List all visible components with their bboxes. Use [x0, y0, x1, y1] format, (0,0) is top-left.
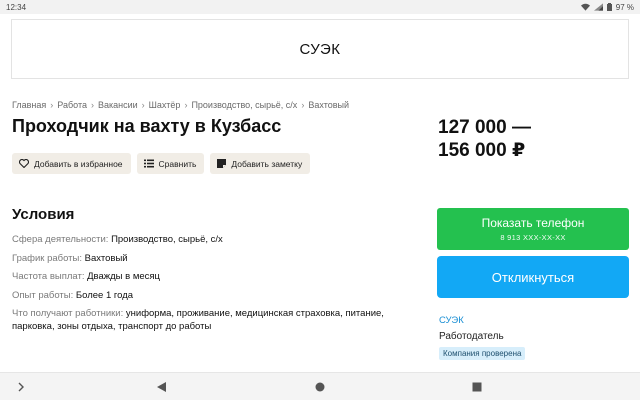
conditions-list: Сфера деятельности: Производство, сырьё,… [12, 234, 392, 339]
company-logo-text: СУЭК [299, 40, 341, 58]
salary: 127 000 — 156 000 ₽ [438, 116, 531, 162]
breadcrumb: Главная › Работа › Вакансии › Шахтёр › П… [12, 100, 349, 110]
condition-label: Опыт работы: [12, 289, 74, 301]
heart-icon [19, 159, 29, 168]
employer-card: СУЭК Работодатель Компания проверена [439, 315, 526, 361]
breadcrumb-separator-icon: › [184, 100, 188, 110]
condition-label: График работы: [12, 252, 82, 264]
salary-to: 156 000 ₽ [438, 140, 526, 161]
status-time: 12:34 [6, 2, 27, 12]
condition-label: Частота выплат: [12, 271, 85, 282]
add-to-favorites-label: Добавить в избранное [34, 158, 123, 169]
vacancy-title: Проходчик на вахту в Кузбасс [12, 116, 282, 136]
breadcrumb-item-vacancies[interactable]: Вакансии [98, 100, 138, 110]
condition-row-industry: Сфера деятельности: Производство, сырьё,… [12, 234, 392, 247]
condition-row-experience: Опыт работы: Более 1 года [12, 290, 392, 303]
show-phone-button[interactable]: Показать телефон 8 913 XXX-XX-XX [437, 208, 629, 250]
note-icon [217, 159, 227, 168]
breadcrumb-separator-icon: › [141, 100, 145, 110]
condition-value: Вахтовый [84, 252, 128, 264]
show-phone-label: Показать телефон [481, 216, 585, 230]
breadcrumb-separator-icon: › [90, 100, 94, 110]
company-logo: СУЭК [11, 19, 629, 79]
condition-row-benefits: Что получают работники: униформа, прожив… [12, 308, 384, 333]
breadcrumb-item-schedule[interactable]: Вахтовый [308, 100, 349, 110]
battery-icon [606, 3, 612, 11]
breadcrumb-item-miner[interactable]: Шахтёр [149, 100, 181, 110]
compare-button[interactable]: Сравнить [136, 153, 205, 174]
condition-value: Производство, сырьё, с/х [111, 234, 223, 245]
navigation-bar [0, 372, 640, 400]
salary-from: 127 000 — [438, 117, 531, 138]
breadcrumb-item-home[interactable]: Главная [12, 100, 46, 110]
respond-label: Откликнуться [491, 269, 575, 285]
conditions-heading: Условия [12, 206, 75, 223]
compare-label: Сравнить [158, 158, 197, 169]
condition-value: Более 1 года [75, 289, 134, 301]
add-note-button[interactable]: Добавить заметку [210, 153, 311, 174]
condition-value: Дважды в месяц [87, 271, 160, 282]
vacancy-actions: Добавить в избранное Сравнить Добавить з… [12, 153, 311, 174]
compare-icon [143, 159, 154, 168]
employer-role: Работодатель [439, 331, 504, 342]
breadcrumb-item-industry[interactable]: Производство, сырьё, с/х [191, 100, 297, 110]
chevron-right-icon[interactable] [13, 379, 29, 395]
breadcrumb-item-work[interactable]: Работа [57, 100, 87, 110]
wifi-icon [580, 3, 590, 11]
condition-row-payment-frequency: Частота выплат: Дважды в месяц [12, 271, 392, 284]
signal-icon [593, 3, 603, 11]
add-to-favorites-button[interactable]: Добавить в избранное [12, 153, 131, 174]
status-icons: 97 % [580, 2, 634, 12]
battery-level: 97 % [615, 2, 634, 12]
breadcrumb-separator-icon: › [50, 100, 54, 110]
respond-button[interactable]: Откликнуться [437, 256, 629, 298]
masked-phone-number: 8 913 XXX-XX-XX [500, 233, 566, 242]
verified-badge: Компания проверена [439, 347, 526, 360]
breadcrumb-separator-icon: › [301, 100, 305, 110]
status-bar: 12:34 97 % [0, 0, 640, 14]
back-icon[interactable] [154, 379, 170, 395]
add-note-label: Добавить заметку [231, 158, 303, 169]
condition-label: Что получают работники: [12, 308, 124, 319]
recents-icon[interactable] [469, 379, 485, 395]
condition-row-schedule: График работы: Вахтовый [12, 253, 392, 266]
home-icon[interactable] [312, 379, 328, 395]
condition-label: Сфера деятельности: [12, 234, 109, 245]
employer-name-link[interactable]: СУЭК [439, 315, 525, 326]
